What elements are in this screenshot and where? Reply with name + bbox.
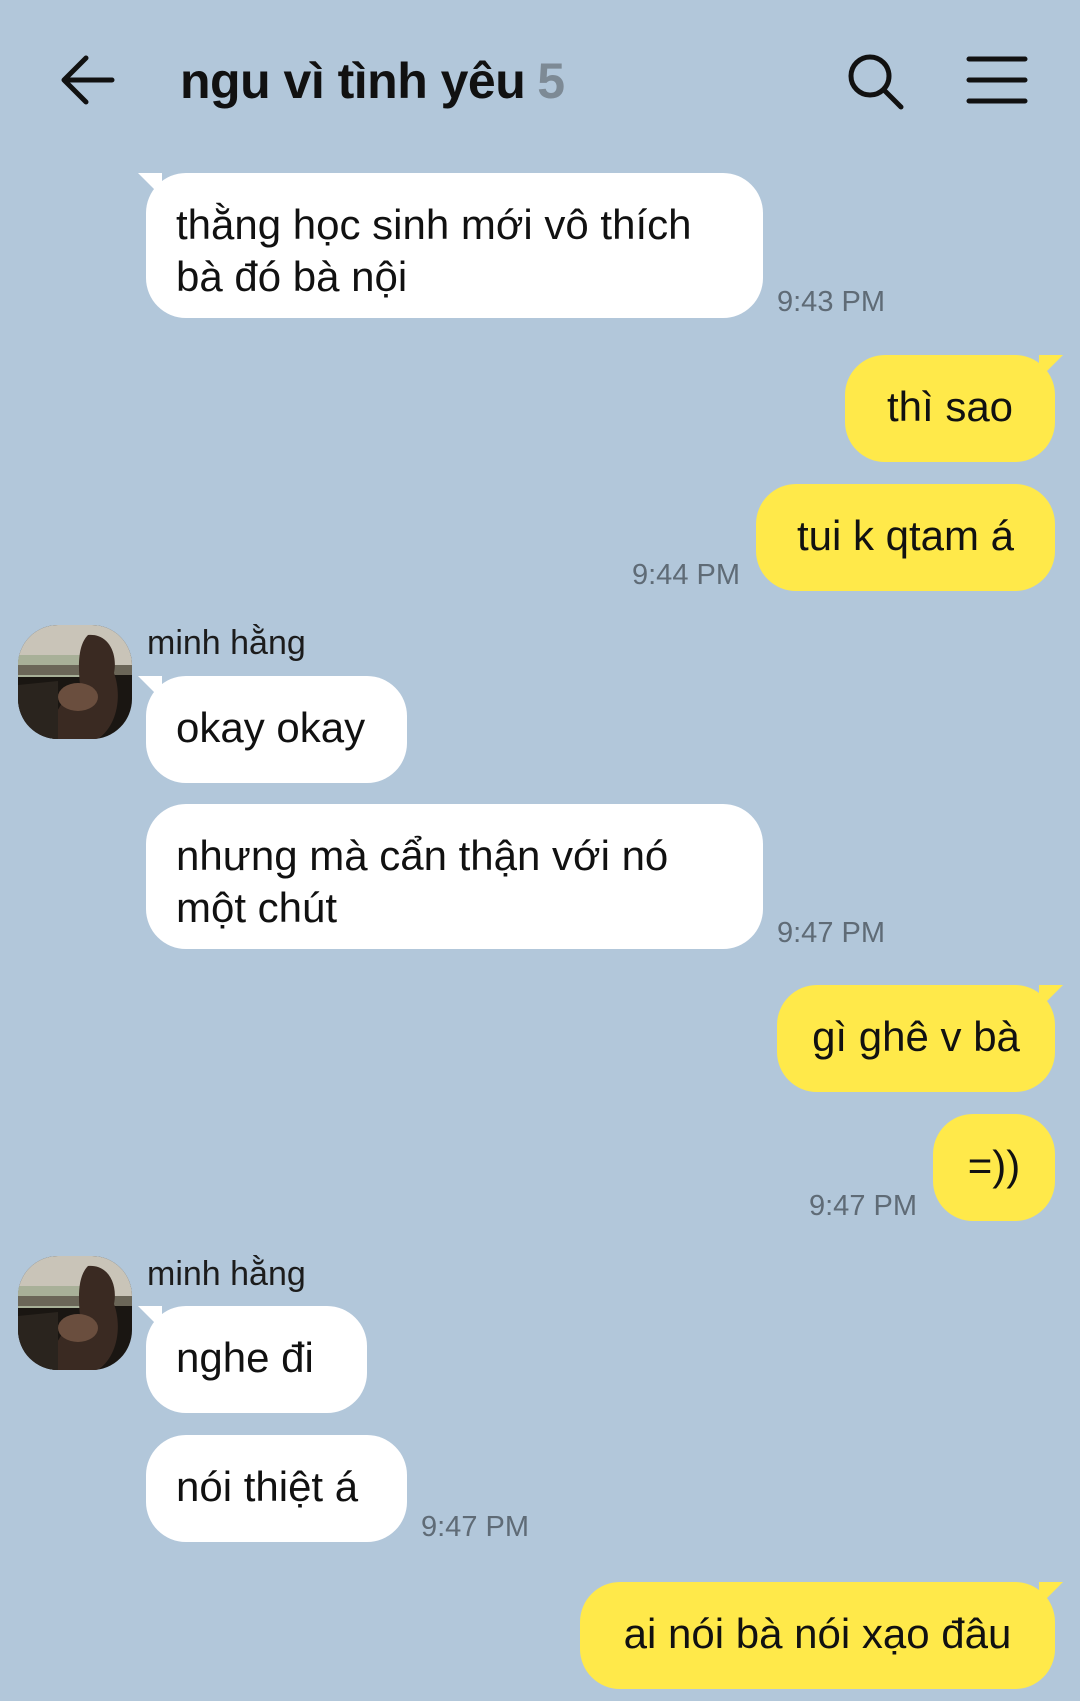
message-text: ai nói bà nói xạo đâu <box>623 1610 1012 1657</box>
message-text: nhưng mà cẩn thận với nó một chút <box>176 832 669 931</box>
message-text: nghe đi <box>176 1334 314 1381</box>
avatar-photo <box>18 625 132 739</box>
avatar[interactable] <box>18 1256 132 1370</box>
message-timestamp: 9:47 PM <box>421 1511 529 1543</box>
message-bubble[interactable]: nghe đi <box>146 1306 367 1413</box>
message-timestamp: 9:43 PM <box>777 286 885 318</box>
hamburger-menu-icon <box>966 56 1028 104</box>
chat-title: ngu vì tình yêu 5 <box>180 52 565 110</box>
message-timestamp: 9:47 PM <box>809 1190 917 1222</box>
search-icon <box>848 54 904 110</box>
message-text: thằng học sinh mới vô thích bà đó bà nội <box>176 201 692 300</box>
message-bubble[interactable]: =)) <box>933 1114 1055 1221</box>
message-bubble[interactable]: gì ghê v bà <box>777 985 1055 1092</box>
member-count: 5 <box>537 53 565 109</box>
message-bubble[interactable]: tui k qtam á <box>756 484 1055 591</box>
message-text: gì ghê v bà <box>812 1013 1020 1060</box>
message-bubble[interactable]: nhưng mà cẩn thận với nó một chút <box>146 804 763 949</box>
menu-button[interactable] <box>966 54 1028 106</box>
message-bubble[interactable]: nói thiệt á <box>146 1435 407 1542</box>
sender-name: minh hằng <box>147 624 306 662</box>
back-button[interactable] <box>58 52 118 108</box>
chat-header: ngu vì tình yêu 5 <box>0 0 1080 160</box>
message-text: =)) <box>967 1142 1021 1189</box>
message-text: nói thiệt á <box>176 1463 359 1510</box>
avatar-photo <box>18 1256 132 1370</box>
message-bubble[interactable]: thằng học sinh mới vô thích bà đó bà nội <box>146 173 763 318</box>
avatar[interactable] <box>18 625 132 739</box>
arrow-left-icon <box>61 55 115 105</box>
search-button[interactable] <box>846 52 906 112</box>
message-bubble[interactable]: ai nói bà nói xạo đâu <box>580 1582 1055 1689</box>
chat-name: ngu vì tình yêu <box>180 53 526 109</box>
message-bubble[interactable]: okay okay <box>146 676 407 783</box>
message-bubble[interactable]: thì sao <box>845 355 1055 462</box>
message-text: tui k qtam á <box>796 512 1015 559</box>
message-text: okay okay <box>176 704 366 751</box>
sender-name: minh hằng <box>147 1255 306 1293</box>
message-timestamp: 9:47 PM <box>777 917 885 949</box>
message-text: thì sao <box>886 383 1014 430</box>
message-timestamp: 9:44 PM <box>632 559 740 591</box>
